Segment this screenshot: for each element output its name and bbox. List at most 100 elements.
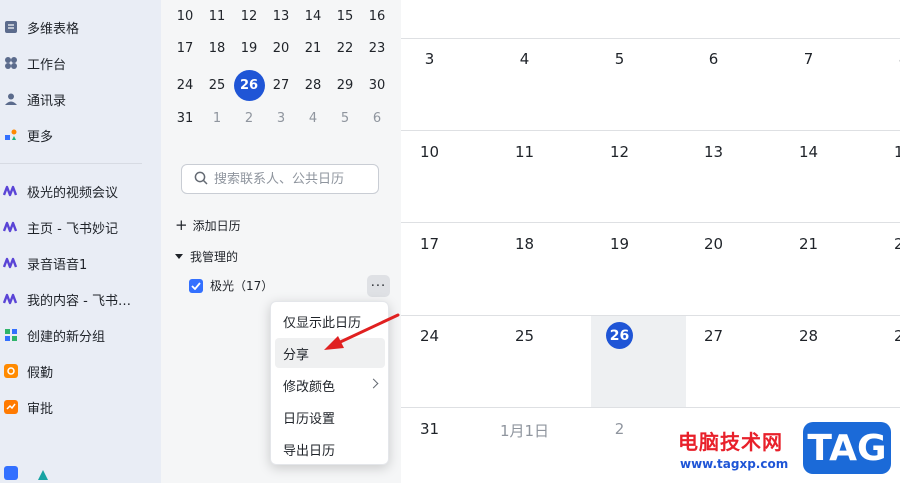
calendar-checkbox[interactable] [189,278,203,293]
today-date-badge[interactable]: 26 [606,322,633,349]
nav-item-1[interactable]: 工作台 [0,46,161,80]
mini-calendar-day[interactable]: 16 [361,0,393,32]
month-day-number[interactable]: 14 [761,143,856,161]
mini-calendar-day[interactable]: 12 [233,0,265,32]
check-icon [191,281,201,290]
mini-calendar-day[interactable]: 10 [169,0,201,32]
nav-item-label: 假勤 [27,365,54,381]
left-nav: 多维表格工作台通讯录更多极光的视频会议 主页 - 飞书妙记录音语音1 我的内容 - … [0,0,161,483]
mini-calendar-day[interactable]: 28 [297,69,329,101]
month-day-number[interactable]: 22 [856,235,900,253]
minutes-wave-icon [3,291,19,307]
nav-item-5[interactable]: 主页 - 飞书妙记 [0,210,161,244]
calendar-item-jiguang[interactable]: 极光（17） [189,277,273,294]
mini-calendar-week: 24 25 26 27 28 29 30 [169,69,393,101]
mini-calendar-day-number: 16 [368,8,386,24]
mini-calendar-day[interactable]: 13 [265,0,297,32]
mini-calendar-day[interactable]: 2 [233,102,265,134]
nav-item-2[interactable]: 通讯录 [0,82,161,116]
mini-calendar-day[interactable]: 19 [233,32,265,64]
menu-item-3[interactable]: 日历设置 [275,402,385,432]
month-day-number[interactable]: 6 [666,50,761,68]
month-day-number[interactable]: 18 [477,235,572,253]
menu-item-4[interactable]: 导出日历 [275,434,385,464]
month-day-number[interactable]: 27 [666,327,761,345]
month-day-number[interactable]: 2 [572,420,667,438]
mini-calendar-day[interactable]: 27 [265,69,297,101]
month-day-number[interactable]: 17 [382,235,477,253]
grid-row-divider [401,407,900,408]
month-day-number[interactable]: 19 [572,235,667,253]
nav-item-9[interactable]: 假勤 [0,354,161,388]
mini-calendar-day[interactable]: 11 [201,0,233,32]
month-day-number[interactable]: 31 [382,420,477,438]
mini-calendar-day[interactable]: 17 [169,32,201,64]
mini-calendar-day[interactable]: 15 [329,0,361,32]
month-day-number[interactable]: 8 [856,50,900,68]
nav-item-0[interactable]: 多维表格 [0,10,161,44]
mini-calendar-week: 31 1 2 3 4 5 6 [169,102,393,134]
nav-item-7[interactable]: 我的内容 - 飞书… [0,282,161,316]
more-apps-icon [3,127,19,143]
mini-calendar-day-number: 31 [176,110,194,126]
nav-item-label: 工作台 [27,57,67,73]
month-day-number[interactable]: 7 [761,50,856,68]
menu-item-2[interactable]: 修改颜色 [275,370,385,400]
mini-calendar-day[interactable]: 6 [361,102,393,134]
month-day-number[interactable]: 20 [666,235,761,253]
mini-calendar-day[interactable]: 4 [297,102,329,134]
mini-calendar-day[interactable]: 1 [201,102,233,134]
mini-calendar-day[interactable]: 5 [329,102,361,134]
month-day-number[interactable]: 29 [856,327,900,345]
nav-item-3[interactable]: 更多 [0,118,161,152]
month-day-number[interactable]: 13 [666,143,761,161]
month-day-number[interactable]: 10 [382,143,477,161]
calendar-more-button[interactable]: ··· [367,275,390,297]
menu-item-label: 修改颜色 [283,379,336,395]
grid-row-divider [401,38,900,39]
nav-item-6[interactable]: 录音语音1 [0,246,161,280]
mini-calendar-day[interactable]: 25 [201,69,233,101]
mini-calendar-day[interactable]: 3 [265,102,297,134]
mini-calendar-day-number: 2 [244,110,254,126]
month-day-number[interactable]: 4 [477,50,572,68]
month-day-number[interactable]: 11 [477,143,572,161]
menu-item-label: 日历设置 [283,411,336,427]
mini-calendar-day[interactable]: 24 [169,69,201,101]
mini-calendar-day[interactable]: 30 [361,69,393,101]
month-day-number[interactable]: 21 [761,235,856,253]
approval-icon [3,399,19,415]
search-box[interactable] [181,164,379,194]
nav-item-8[interactable]: 创建的新分组 [0,318,161,352]
search-input[interactable] [214,171,374,187]
mini-calendar-day[interactable]: 20 [265,32,297,64]
mini-calendar-day[interactable]: 21 [297,32,329,64]
add-calendar-button[interactable]: + 添加日历 [175,216,241,234]
managed-section-toggle[interactable]: 我管理的 [175,248,238,265]
mini-calendar-day-number: 17 [176,40,194,56]
month-day-number[interactable]: 28 [761,327,856,345]
month-day-number[interactable]: 1月1日 [477,420,572,441]
mini-calendar-day-number: 13 [272,8,290,24]
menu-item-label: 导出日历 [283,443,336,459]
month-day-number[interactable]: 3 [382,50,477,68]
grid-row-divider [401,315,900,316]
mini-calendar-day[interactable]: 29 [329,69,361,101]
month-day-number[interactable]: 12 [572,143,667,161]
nav-item-10[interactable]: 审批 [0,390,161,424]
app-icon[interactable] [4,466,18,480]
mini-calendar-day[interactable]: 31 [169,102,201,134]
managed-section-label: 我管理的 [190,250,239,264]
month-day-number[interactable]: 5 [572,50,667,68]
nav-item-4[interactable]: 极光的视频会议 [0,174,161,208]
mini-calendar-day[interactable]: 18 [201,32,233,64]
chevron-right-icon [368,378,379,389]
mini-calendar-day[interactable]: 22 [329,32,361,64]
mini-calendar-today[interactable]: 26 [233,69,265,101]
month-day-number[interactable]: 25 [477,327,572,345]
nav-item-label: 录音语音1 [27,257,88,273]
minutes-wave-icon [3,219,19,235]
nav-item-label: 通讯录 [27,93,67,109]
mini-calendar-day[interactable]: 14 [297,0,329,32]
month-day-number[interactable]: 15 [856,143,900,161]
